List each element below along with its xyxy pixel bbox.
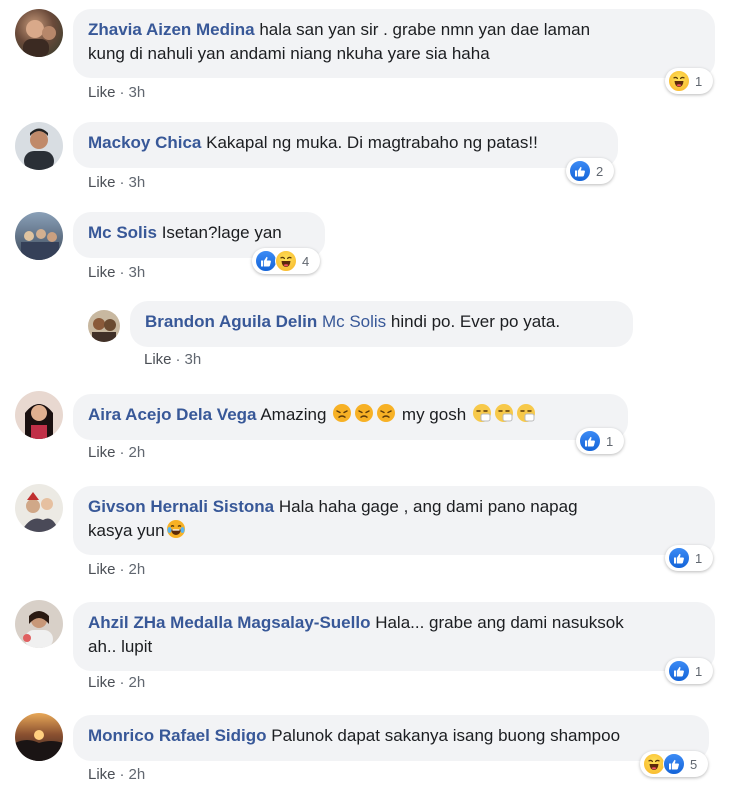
comment-text: Kakapal ng muka. Di magtrabaho ng patas!…: [206, 133, 538, 152]
comment-bubble: Aira Acejo Dela Vega Amazing my gosh: [73, 394, 628, 440]
sneezing-face-icon: [516, 404, 535, 422]
reaction-count: 1: [695, 550, 703, 566]
like-link[interactable]: Like: [88, 561, 116, 578]
comment-bubble: Mackoy Chica Kakapal ng muka. Di magtrab…: [73, 122, 618, 168]
commenter-name[interactable]: Mackoy Chica: [88, 133, 201, 152]
comment-meta: Like · 2h: [88, 674, 146, 691]
timestamp[interactable]: 3h: [129, 174, 146, 191]
timestamp[interactable]: 2h: [129, 766, 146, 783]
like-link[interactable]: Like: [88, 674, 116, 691]
avatar[interactable]: [15, 484, 63, 532]
avatar[interactable]: [88, 310, 120, 342]
timestamp[interactable]: 2h: [129, 561, 146, 578]
thumbs-up-icon: [668, 660, 690, 682]
like-link[interactable]: Like: [88, 264, 116, 281]
tears-of-joy-icon: [166, 520, 185, 538]
commenter-name[interactable]: Zhavia Aizen Medina: [88, 20, 255, 39]
reaction-count: 1: [695, 73, 703, 89]
comment-meta: Like · 3h: [88, 264, 146, 281]
haha-icon: [643, 753, 665, 775]
thumbs-up-icon: [579, 430, 601, 452]
comment-meta: Like · 3h: [88, 84, 146, 101]
comment-text: Palunok dapat sakanya isang buong shampo…: [271, 726, 621, 745]
comment-text: kasya yun: [88, 521, 165, 540]
avatar[interactable]: [15, 122, 63, 170]
haha-icon: [668, 70, 690, 92]
persevering-face-icon: [377, 404, 396, 422]
comment-bubble: Monrico Rafael Sidigo Palunok dapat saka…: [73, 715, 709, 761]
commenter-name[interactable]: Brandon Aguila Delin: [145, 312, 317, 331]
comment-meta: Like · 3h: [88, 174, 146, 191]
like-link[interactable]: Like: [88, 174, 116, 191]
avatar[interactable]: [15, 9, 63, 57]
comment-text: my gosh: [401, 405, 467, 424]
comment-meta: Like · 2h: [88, 561, 146, 578]
comment-text: hala san yan sir . grabe nmn yan dae lam…: [259, 20, 591, 39]
reaction-count: 4: [302, 253, 310, 269]
thumbs-up-icon: [569, 160, 591, 182]
comment-text: Hala... grabe ang dami nasuksok: [375, 613, 624, 632]
avatar[interactable]: [15, 391, 63, 439]
thumbs-up-icon: [663, 753, 685, 775]
timestamp[interactable]: 3h: [185, 351, 202, 368]
comment-text: ah.. lupit: [88, 637, 153, 656]
timestamp[interactable]: 3h: [129, 264, 146, 281]
comment-meta: Like · 3h: [144, 351, 202, 368]
comment-text: hindi po. Ever po yata.: [390, 312, 561, 331]
avatar[interactable]: [15, 212, 63, 260]
comment-text: kung di nahuli yan andami niang nkuha ya…: [88, 44, 490, 63]
like-link[interactable]: Like: [144, 351, 172, 368]
comment-text: Amazing: [260, 405, 327, 424]
mention-link[interactable]: Mc Solis: [322, 312, 386, 331]
comment-bubble: Zhavia Aizen Medina hala san yan sir . g…: [73, 9, 715, 78]
persevering-face-icon: [333, 404, 352, 422]
reaction-summary[interactable]: 1: [665, 68, 713, 94]
like-link[interactable]: Like: [88, 766, 116, 783]
commenter-name[interactable]: Givson Hernali Sistona: [88, 497, 274, 516]
reaction-summary[interactable]: 1: [576, 428, 624, 454]
timestamp[interactable]: 3h: [129, 84, 146, 101]
comment-bubble: Brandon Aguila Delin Mc Solis hindi po. …: [130, 301, 633, 347]
commenter-name[interactable]: Aira Acejo Dela Vega: [88, 405, 257, 424]
timestamp[interactable]: 2h: [129, 674, 146, 691]
thumbs-up-icon: [255, 250, 277, 272]
thumbs-up-icon: [668, 547, 690, 569]
reaction-count: 1: [695, 663, 703, 679]
commenter-name[interactable]: Ahzil ZHa Medalla Magsalay-Suello: [88, 613, 370, 632]
reaction-summary[interactable]: 4: [252, 248, 320, 274]
reaction-count: 2: [596, 163, 604, 179]
reaction-summary[interactable]: 1: [665, 658, 713, 684]
comment-text: Hala haha gage , ang dami pano napag: [278, 497, 578, 516]
reaction-summary[interactable]: 1: [665, 545, 713, 571]
persevering-face-icon: [355, 404, 374, 422]
timestamp[interactable]: 2h: [129, 444, 146, 461]
sneezing-face-icon: [494, 404, 513, 422]
sneezing-face-icon: [472, 404, 491, 422]
comment-meta: Like · 2h: [88, 766, 146, 783]
like-link[interactable]: Like: [88, 84, 116, 101]
reaction-count: 5: [690, 756, 698, 772]
haha-icon: [275, 250, 297, 272]
reaction-summary[interactable]: 5: [640, 751, 708, 777]
comment-meta: Like · 2h: [88, 444, 146, 461]
avatar[interactable]: [15, 600, 63, 648]
reaction-summary[interactable]: 2: [566, 158, 614, 184]
like-link[interactable]: Like: [88, 444, 116, 461]
comment-bubble: Givson Hernali Sistona Hala haha gage , …: [73, 486, 715, 555]
comment-bubble: Ahzil ZHa Medalla Magsalay-Suello Hala..…: [73, 602, 715, 671]
comment-text: Isetan?lage yan: [161, 223, 282, 242]
commenter-name[interactable]: Monrico Rafael Sidigo: [88, 726, 267, 745]
reaction-count: 1: [606, 433, 614, 449]
commenter-name[interactable]: Mc Solis: [88, 223, 157, 242]
avatar[interactable]: [15, 713, 63, 761]
